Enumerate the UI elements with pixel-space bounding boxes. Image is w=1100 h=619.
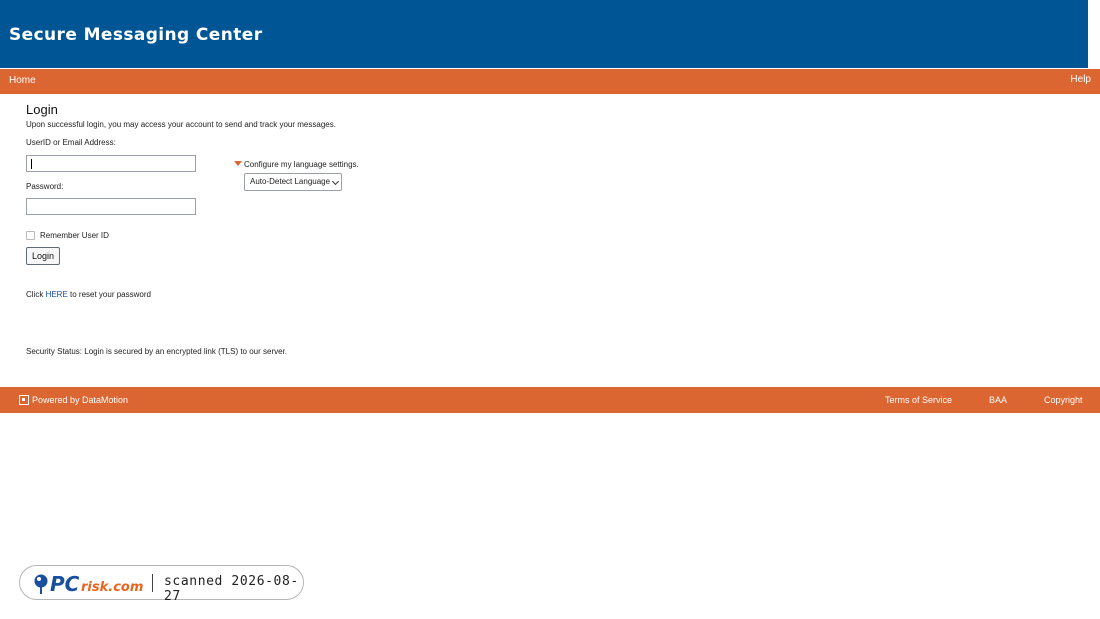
terms-of-service-link[interactable]: Terms of Service	[885, 395, 952, 405]
svg-text:PC: PC	[50, 572, 80, 596]
userid-input[interactable]	[26, 155, 196, 172]
remember-checkbox[interactable]	[26, 231, 35, 240]
header-bar: Secure Messaging Center	[0, 0, 1088, 68]
scan-badge: PC risk.com scanned 2026-08-27	[19, 565, 304, 604]
userid-label: UserID or Email Address:	[26, 138, 116, 147]
login-description: Upon successful login, you may access yo…	[26, 120, 336, 129]
nav-home-link[interactable]: Home	[9, 75, 36, 86]
badge-divider	[152, 574, 153, 592]
svg-text:risk.com: risk.com	[81, 580, 143, 595]
remember-label: Remember User ID	[40, 231, 109, 240]
baa-link[interactable]: BAA	[989, 395, 1007, 405]
reset-suffix: to reset your password	[67, 290, 151, 299]
powered-by-link[interactable]: Powered by DataMotion	[32, 395, 128, 405]
language-toggle-label: Configure my language settings.	[244, 160, 359, 169]
security-status: Security Status: Login is secured by an …	[26, 347, 288, 356]
pcrisk-logo: PC risk.com	[34, 572, 143, 596]
triangle-down-icon	[234, 161, 242, 166]
reset-prefix: Click	[26, 290, 46, 299]
footer-bar: Powered by DataMotion Terms of Service B…	[0, 387, 1100, 413]
chevron-down-icon	[331, 177, 340, 186]
password-input[interactable]	[26, 198, 196, 215]
nav-bar: Home Help	[0, 69, 1100, 94]
language-selected-value: Auto-Detect Language	[250, 177, 331, 186]
password-label: Password:	[26, 182, 64, 191]
nav-help-link[interactable]: Help	[1070, 74, 1091, 85]
login-button[interactable]: Login	[26, 247, 60, 265]
text-cursor	[31, 159, 32, 169]
scan-date-text: scanned 2026-08-27	[164, 574, 299, 604]
copyright-link[interactable]: Copyright	[1044, 395, 1083, 405]
language-settings-toggle[interactable]: Configure my language settings.	[234, 160, 359, 169]
datamotion-logo-icon	[19, 395, 29, 405]
language-select[interactable]: Auto-Detect Language	[244, 173, 342, 191]
reset-password-link[interactable]: HERE	[46, 290, 68, 299]
login-heading: Login	[26, 102, 58, 117]
reset-password-text: Click HERE to reset your password	[26, 290, 151, 299]
app-title: Secure Messaging Center	[9, 25, 263, 45]
